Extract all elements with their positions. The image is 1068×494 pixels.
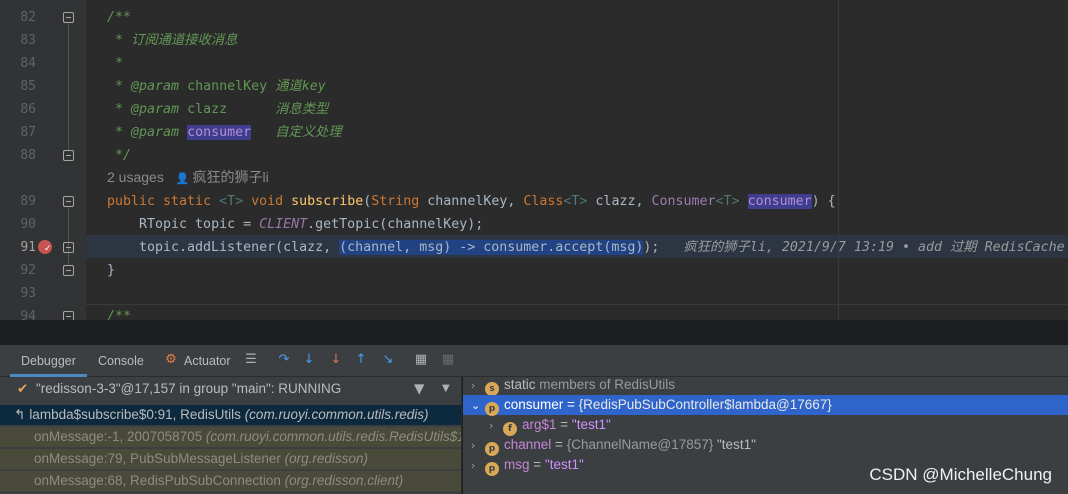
- tab-console[interactable]: Console: [88, 345, 154, 377]
- line-number: 89: [20, 194, 36, 209]
- usages-link[interactable]: 2 usages: [107, 169, 164, 185]
- author-link[interactable]: 疯狂的狮子li: [193, 169, 269, 185]
- author-icon: 👤: [175, 172, 190, 185]
- line-number: 83: [20, 33, 36, 48]
- stack-frame[interactable]: onMessage:79, PubSubMessageListener (org…: [0, 449, 461, 469]
- line-number: 87: [20, 125, 36, 140]
- stack-frame[interactable]: ↰ lambda$subscribe$0:91, RedisUtils (com.…: [0, 405, 461, 425]
- code-line-91[interactable]: topic.addListener(clazz, (channel, msg) …: [139, 236, 1065, 259]
- line-number: 91: [20, 240, 36, 255]
- frames-panel: ✔ "redisson-3-3"@17,157 in group "main":…: [0, 377, 462, 494]
- code-line-87[interactable]: * @param consumer 自定义处理: [107, 121, 342, 144]
- code-line-92[interactable]: }: [107, 259, 115, 282]
- fold-marker-icon[interactable]: [63, 150, 74, 161]
- chevron-down-icon[interactable]: ▼: [442, 379, 450, 399]
- fold-guide: [68, 208, 69, 264]
- thread-status: "redisson-3-3"@17,157 in group "main": R…: [36, 381, 342, 396]
- filter-icon[interactable]: ▼: [414, 379, 424, 399]
- tab-debugger[interactable]: Debugger: [10, 345, 87, 377]
- stack-frame[interactable]: onMessage:68, RedisPubSubConnection (org…: [0, 471, 461, 491]
- highlighted-symbol: consumer: [187, 125, 252, 140]
- line-number: 85: [20, 79, 36, 94]
- git-blame-annotation: 疯狂的狮子li, 2021/9/7 13:19 • add 过期 RedisCa…: [659, 240, 1065, 255]
- line-number: 82: [20, 10, 36, 25]
- method-separator: [86, 304, 1068, 305]
- fold-marker-icon[interactable]: [63, 311, 74, 320]
- expand-icon[interactable]: ›: [471, 456, 485, 476]
- step-over-icon[interactable]: ↷: [276, 352, 292, 368]
- code-line-84[interactable]: *: [107, 52, 123, 75]
- line-number: 90: [20, 217, 36, 232]
- code-editor[interactable]: 82 83 84 85 86 87 88 89 90 91 92 93 94 /…: [0, 0, 1068, 320]
- fold-marker-icon[interactable]: [63, 196, 74, 207]
- right-margin-guide: [838, 0, 839, 320]
- force-step-into-icon[interactable]: ↓: [328, 352, 344, 368]
- line-number: 93: [20, 286, 36, 301]
- trace-icon[interactable]: ▦: [440, 352, 456, 368]
- code-line-85[interactable]: * @param channelKey 通道key: [107, 75, 326, 98]
- code-line-94[interactable]: /**: [107, 305, 131, 320]
- actuator-icon: ⚙: [165, 352, 177, 367]
- parameter-icon: p: [485, 442, 499, 456]
- run-to-cursor-icon[interactable]: ↘: [380, 352, 396, 368]
- fold-marker-icon[interactable]: [63, 265, 74, 276]
- fold-marker-icon[interactable]: [63, 242, 74, 253]
- line-number: 86: [20, 102, 36, 117]
- expand-icon[interactable]: ›: [489, 416, 503, 436]
- thread-selector[interactable]: ✔ "redisson-3-3"@17,157 in group "main":…: [0, 379, 461, 399]
- check-icon: ✔: [17, 381, 29, 397]
- static-icon: s: [485, 382, 499, 396]
- variable-row[interactable]: › p channel = {ChannelName@17857} "test1": [463, 435, 1068, 456]
- step-out-icon[interactable]: ↑: [353, 352, 369, 368]
- evaluate-expression-icon[interactable]: ▦: [413, 352, 429, 368]
- debugger-toolbar: Debugger Console ⚙ Actuator ☰ ↷ ↓ ↓ ↑ ↘ …: [0, 345, 1068, 377]
- menu-icon[interactable]: ☰: [243, 352, 259, 368]
- line-number: 84: [20, 56, 36, 71]
- fold-guide: [68, 24, 69, 150]
- code-line-83[interactable]: * 订阅通道接收消息: [107, 29, 237, 52]
- code-line-86[interactable]: * @param clazz 消息类型: [107, 98, 328, 121]
- code-line-82[interactable]: /**: [107, 6, 131, 29]
- stack-frame[interactable]: onMessage:-1, 2007058705 (com.ruoyi.comm…: [0, 427, 461, 447]
- code-vision-inlay[interactable]: 2 usages 👤 疯狂的狮子li: [107, 166, 269, 189]
- selected-lambda: (channel, msg) -> consumer.accept(msg): [339, 240, 644, 255]
- code-line-89[interactable]: public static <T> void subscribe(String …: [107, 190, 836, 213]
- variable-row[interactable]: › s static members of RedisUtils: [463, 377, 1068, 396]
- tab-actuator[interactable]: Actuator: [184, 345, 231, 377]
- variable-row[interactable]: › f arg$1 = "test1": [463, 415, 1068, 436]
- expand-icon[interactable]: ›: [471, 377, 485, 396]
- parameter-icon: p: [485, 462, 499, 476]
- fold-marker-icon[interactable]: [63, 12, 74, 23]
- collapse-icon[interactable]: ⌄: [471, 396, 485, 416]
- code-line-90[interactable]: RTopic topic = CLIENT.getTopic(channelKe…: [139, 213, 483, 236]
- line-number: 94: [20, 309, 36, 320]
- line-number: 88: [20, 148, 36, 163]
- watermark: CSDN @MichelleChung: [869, 465, 1052, 484]
- field-icon: f: [503, 422, 517, 436]
- line-number: 92: [20, 263, 36, 278]
- breakpoint-icon[interactable]: [38, 240, 52, 254]
- code-line-88[interactable]: */: [107, 144, 131, 167]
- parameter-icon: p: [485, 402, 499, 416]
- expand-icon[interactable]: ›: [471, 436, 485, 456]
- highlighted-symbol: consumer: [747, 194, 812, 209]
- return-arrow-icon: ↰: [14, 407, 26, 423]
- step-into-icon[interactable]: ↓: [301, 352, 317, 368]
- variable-row[interactable]: ⌄ p consumer = {RedisPubSubController$lamb…: [463, 395, 1068, 416]
